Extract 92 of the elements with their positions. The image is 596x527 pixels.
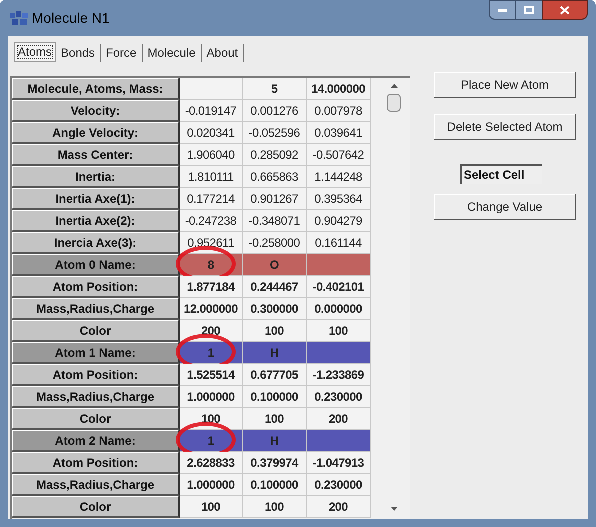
table-cell[interactable]: 0.000000: [307, 298, 371, 320]
tab[interactable]: Atoms: [14, 42, 56, 62]
table-cell[interactable]: 200: [307, 408, 371, 430]
minimize-icon: [498, 8, 507, 12]
row-label: Angle Velocity:: [12, 122, 180, 144]
scroll-up-icon[interactable]: [390, 84, 398, 88]
row-label: Atom Position:: [12, 276, 180, 298]
row-label: Velocity:: [12, 100, 180, 122]
app-icon: [10, 11, 28, 25]
table-cell[interactable]: 0.020341: [180, 122, 243, 144]
table-cell[interactable]: 100: [243, 496, 307, 518]
table-cell[interactable]: 0.230000: [307, 386, 371, 408]
table-cell[interactable]: -0.348071: [243, 210, 307, 232]
scroll-thumb[interactable]: [387, 94, 401, 112]
tab[interactable]: About: [202, 44, 244, 62]
table-cell[interactable]: 100: [243, 320, 307, 342]
tab[interactable]: Molecule: [142, 44, 202, 62]
tab[interactable]: Force: [101, 44, 143, 62]
close-icon: [560, 6, 570, 14]
table-cell[interactable]: 0.285092: [243, 144, 307, 166]
table-cell[interactable]: -0.247238: [180, 210, 243, 232]
table-cell[interactable]: 1.810111: [180, 166, 243, 188]
action-button[interactable]: Change Value: [434, 194, 576, 220]
row-label: Mass,Radius,Charge: [12, 386, 180, 408]
table-cell[interactable]: 0.901267: [243, 188, 307, 210]
action-button[interactable]: Place New Atom: [434, 72, 576, 98]
row-label: Atom 0 Name:: [12, 254, 180, 276]
scroll-down-icon[interactable]: [390, 507, 398, 511]
table-cell[interactable]: 1.877184: [180, 276, 243, 298]
row-label: Atom Position:: [12, 452, 180, 474]
table-cell[interactable]: 1.906040: [180, 144, 243, 166]
table-cell[interactable]: 0.039641: [307, 122, 371, 144]
row-label: Molecule, Atoms, Mass:: [12, 78, 180, 100]
row-label: Atom Position:: [12, 364, 180, 386]
maximize-icon: [524, 6, 534, 14]
select-cell-field[interactable]: Select Cell: [460, 164, 542, 184]
table-cell[interactable]: [307, 342, 371, 364]
table-cell[interactable]: 5: [243, 78, 307, 100]
table-cell[interactable]: -0.258000: [243, 232, 307, 254]
table-cell[interactable]: 1.525514: [180, 364, 243, 386]
table-cell[interactable]: 0.395364: [307, 188, 371, 210]
table-cell[interactable]: 2.628833: [180, 452, 243, 474]
row-label: Color: [12, 496, 180, 518]
row-label: Mass Center:: [12, 144, 180, 166]
table-cell[interactable]: 0.677705: [243, 364, 307, 386]
table-cell[interactable]: 100: [307, 320, 371, 342]
table-cell[interactable]: 14.000000: [307, 78, 371, 100]
table-cell[interactable]: 0.161144: [307, 232, 371, 254]
row-label: Inertia:: [12, 166, 180, 188]
table-cell[interactable]: 1.000000: [180, 386, 243, 408]
row-label: Mass,Radius,Charge: [12, 298, 180, 320]
table-cell[interactable]: [180, 78, 243, 100]
table-cell[interactable]: -0.402101: [307, 276, 371, 298]
table-cell[interactable]: 0.100000: [243, 474, 307, 496]
table-cell[interactable]: 1.144248: [307, 166, 371, 188]
table-cell[interactable]: 0.001276: [243, 100, 307, 122]
row-label: Inertia Axe(2):: [12, 210, 180, 232]
table-cell[interactable]: 12.000000: [180, 298, 243, 320]
close-button[interactable]: [542, 0, 588, 20]
table-cell[interactable]: 0.230000: [307, 474, 371, 496]
row-label: Atom 1 Name:: [12, 342, 180, 364]
table-cell[interactable]: 0.300000: [243, 298, 307, 320]
table-cell[interactable]: 0.379974: [243, 452, 307, 474]
table-cell[interactable]: 0.177214: [180, 188, 243, 210]
table-cell[interactable]: [307, 254, 371, 276]
table-cell[interactable]: 200: [307, 496, 371, 518]
table-cell[interactable]: 1.000000: [180, 474, 243, 496]
table-cell[interactable]: 0.244467: [243, 276, 307, 298]
table-cell[interactable]: -0.052596: [243, 122, 307, 144]
row-label: Atom 2 Name:: [12, 430, 180, 452]
table-cell[interactable]: 0.100000: [243, 386, 307, 408]
table-cell[interactable]: 100: [243, 408, 307, 430]
tab[interactable]: Bonds: [56, 44, 102, 62]
table-cell[interactable]: 0.904279: [307, 210, 371, 232]
row-label: Inertia Axe(1):: [12, 188, 180, 210]
window-title: Molecule N1: [32, 8, 110, 28]
table-cell[interactable]: [307, 430, 371, 452]
table-cell[interactable]: -1.233869: [307, 364, 371, 386]
row-label: Color: [12, 408, 180, 430]
row-label: Inercia Axe(3):: [12, 232, 180, 254]
row-label: Color: [12, 320, 180, 342]
table-cell[interactable]: 0.665863: [243, 166, 307, 188]
table-cell[interactable]: -0.019147: [180, 100, 243, 122]
table-cell[interactable]: 100: [180, 496, 243, 518]
table-cell[interactable]: -0.507642: [307, 144, 371, 166]
maximize-button[interactable]: [516, 0, 542, 20]
minimize-button[interactable]: [489, 0, 516, 20]
action-button[interactable]: Delete Selected Atom: [434, 114, 576, 140]
table-cell[interactable]: O: [243, 254, 307, 276]
row-label: Mass,Radius,Charge: [12, 474, 180, 496]
table-cell[interactable]: 0.007978: [307, 100, 371, 122]
table-cell[interactable]: -1.047913: [307, 452, 371, 474]
